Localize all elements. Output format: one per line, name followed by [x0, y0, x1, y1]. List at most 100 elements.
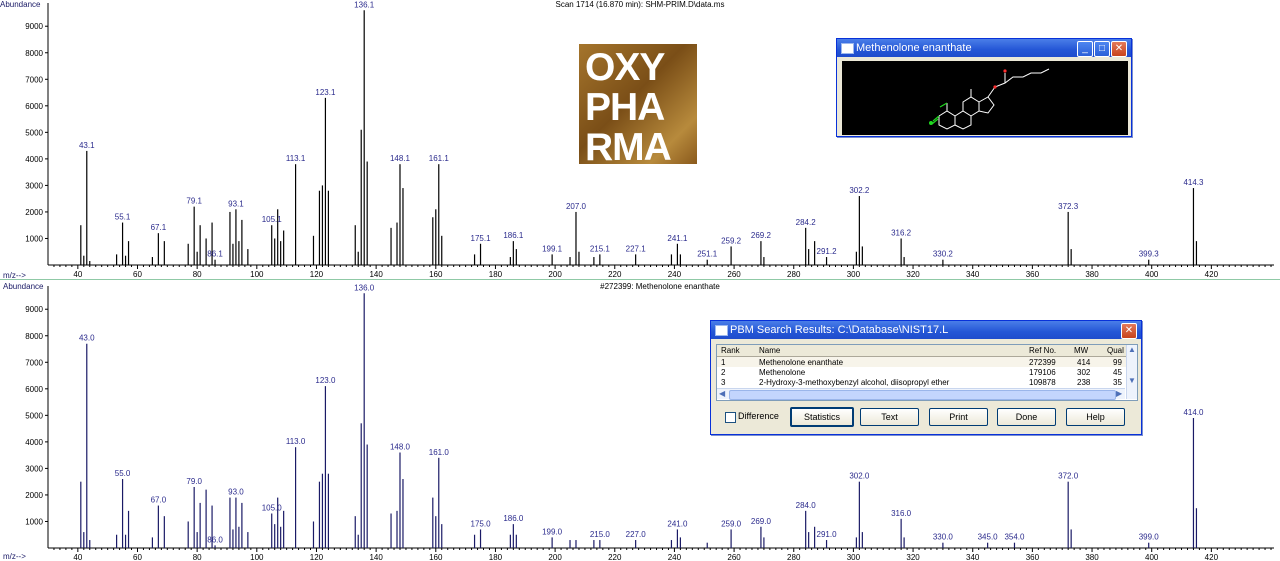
- difference-label: Difference: [738, 411, 779, 421]
- x-tick-label: 120: [310, 553, 324, 561]
- peak-label: 251.1: [697, 250, 718, 259]
- y-tick-label: 9000: [25, 22, 43, 31]
- x-tick-label: 140: [369, 553, 383, 561]
- x-tick-label: 40: [73, 553, 82, 561]
- row-qual: 45: [1113, 368, 1122, 377]
- x-tick-label: 380: [1085, 270, 1099, 279]
- statistics-button[interactable]: Statistics: [790, 407, 854, 427]
- peak-label: 86.0: [207, 535, 223, 544]
- peak-label: 227.0: [626, 530, 647, 539]
- close-button[interactable]: ✕: [1111, 41, 1127, 57]
- x-tick-label: 180: [489, 553, 503, 561]
- x-tick-label: 300: [847, 553, 861, 561]
- print-button[interactable]: Print: [929, 408, 988, 426]
- x-tick-label: 320: [906, 270, 920, 279]
- y-tick-label: 1000: [25, 517, 43, 526]
- peak-label: 291.2: [817, 247, 838, 256]
- x-tick-label: 400: [1145, 553, 1159, 561]
- scroll-up-icon[interactable]: ▲: [1128, 346, 1136, 354]
- x-tick-label: 340: [966, 270, 980, 279]
- y-tick-label: 5000: [25, 411, 43, 420]
- difference-checkbox[interactable]: [725, 412, 736, 423]
- peak-label: 175.1: [471, 234, 492, 243]
- peak-label: 291.0: [817, 530, 838, 539]
- y-tick-label: 4000: [25, 438, 43, 447]
- window-app-icon: [715, 325, 728, 336]
- scroll-left-icon[interactable]: ◀: [719, 390, 725, 398]
- table-row[interactable]: 1 Methenolone enanthate 272399 414 99: [717, 357, 1137, 367]
- x-tick-label: 120: [310, 270, 324, 279]
- peak-label: 414.3: [1183, 178, 1204, 187]
- text-button[interactable]: Text: [860, 408, 919, 426]
- row-name: Methenolone: [759, 368, 806, 377]
- row-mw: 238: [1077, 378, 1091, 387]
- peak-label: 199.0: [542, 527, 563, 536]
- table-row[interactable]: 3 2-Hydroxy-3-methoxybenzyl alcohol, dii…: [717, 377, 1137, 387]
- peak-label: 136.0: [354, 283, 375, 292]
- maximize-button[interactable]: □: [1094, 41, 1110, 57]
- close-button[interactable]: ✕: [1121, 323, 1137, 339]
- table-header: Rank Name Ref No. MW Qual: [717, 345, 1137, 357]
- structure-window-title: Methenolone enanthate: [856, 42, 972, 54]
- peak-label: 302.2: [849, 186, 870, 195]
- peak-label: 345.0: [978, 533, 999, 542]
- peak-label: 215.1: [590, 244, 611, 253]
- scroll-down-icon[interactable]: ▼: [1128, 377, 1136, 385]
- col-ref-no[interactable]: Ref No.: [1029, 346, 1056, 355]
- peak-label: 241.1: [667, 234, 688, 243]
- table-row[interactable]: 2 Methenolone 179106 302 45: [717, 367, 1137, 377]
- x-tick-label: 60: [133, 553, 142, 561]
- y-tick-label: 6000: [25, 102, 43, 111]
- col-mw[interactable]: MW: [1074, 346, 1088, 355]
- peak-label: 105.0: [262, 504, 283, 513]
- peak-label: 148.1: [390, 154, 411, 163]
- peak-label: 79.1: [186, 197, 202, 206]
- x-tick-label: 200: [548, 270, 562, 279]
- vertical-scrollbar[interactable]: ▲ ▼: [1126, 345, 1137, 399]
- peak-label: 43.1: [79, 141, 95, 150]
- row-ref-no: 109878: [1029, 378, 1056, 387]
- col-name[interactable]: Name: [759, 346, 780, 355]
- peak-label: 161.1: [429, 154, 450, 163]
- structure-window-titlebar[interactable]: Methenolone enanthate _ □ ✕: [837, 39, 1131, 57]
- peak-label: 186.0: [503, 514, 524, 523]
- peak-label: 43.0: [79, 334, 95, 343]
- x-tick-label: 340: [966, 553, 980, 561]
- pbm-results-table[interactable]: Rank Name Ref No. MW Qual 1 Methenolone …: [716, 344, 1138, 401]
- peak-label: 372.3: [1058, 202, 1079, 211]
- minimize-button[interactable]: _: [1077, 41, 1093, 57]
- logo-line-3: RMA: [585, 126, 672, 165]
- x-tick-label: 100: [250, 553, 264, 561]
- horizontal-scrollbar[interactable]: ◀ ▶: [717, 388, 1125, 400]
- peak-label: 316.2: [891, 228, 912, 237]
- pbm-dialog-titlebar[interactable]: PBM Search Results: C:\Database\NIST17.L…: [711, 321, 1141, 339]
- peak-label: 269.0: [751, 517, 772, 526]
- x-tick-label: 160: [429, 270, 443, 279]
- row-ref-no: 179106: [1029, 368, 1056, 377]
- x-tick-label: 320: [906, 553, 920, 561]
- x-tick-label: 380: [1085, 553, 1099, 561]
- peak-label: 186.1: [503, 231, 524, 240]
- peak-label: 284.2: [796, 218, 817, 227]
- peak-label: 207.0: [566, 202, 587, 211]
- top-title: Scan 1714 (16.870 min): SHM-PRIM.D\data.…: [556, 0, 725, 9]
- scroll-right-icon[interactable]: ▶: [1116, 390, 1122, 398]
- logo-line-2: PHA: [585, 86, 665, 129]
- structure-window[interactable]: Methenolone enanthate _ □ ✕: [836, 38, 1132, 137]
- peak-label: 215.0: [590, 530, 611, 539]
- done-button[interactable]: Done: [997, 408, 1056, 426]
- scroll-thumb[interactable]: [729, 390, 1116, 400]
- pbm-search-dialog[interactable]: PBM Search Results: C:\Database\NIST17.L…: [710, 320, 1142, 435]
- methenolone-enanthate-structure: [929, 68, 1050, 130]
- row-ref-no: 272399: [1029, 358, 1056, 367]
- row-mw: 302: [1077, 368, 1091, 377]
- peak-label: 136.1: [354, 0, 375, 9]
- bottom-ylabel: Abundance: [3, 282, 44, 291]
- help-button[interactable]: Help: [1066, 408, 1125, 426]
- col-qual[interactable]: Qual: [1107, 346, 1124, 355]
- col-rank[interactable]: Rank: [721, 346, 740, 355]
- peak-label: 105.1: [262, 215, 283, 224]
- peak-label: 55.0: [115, 469, 131, 478]
- x-tick-label: 140: [369, 270, 383, 279]
- y-tick-label: 7000: [25, 358, 43, 367]
